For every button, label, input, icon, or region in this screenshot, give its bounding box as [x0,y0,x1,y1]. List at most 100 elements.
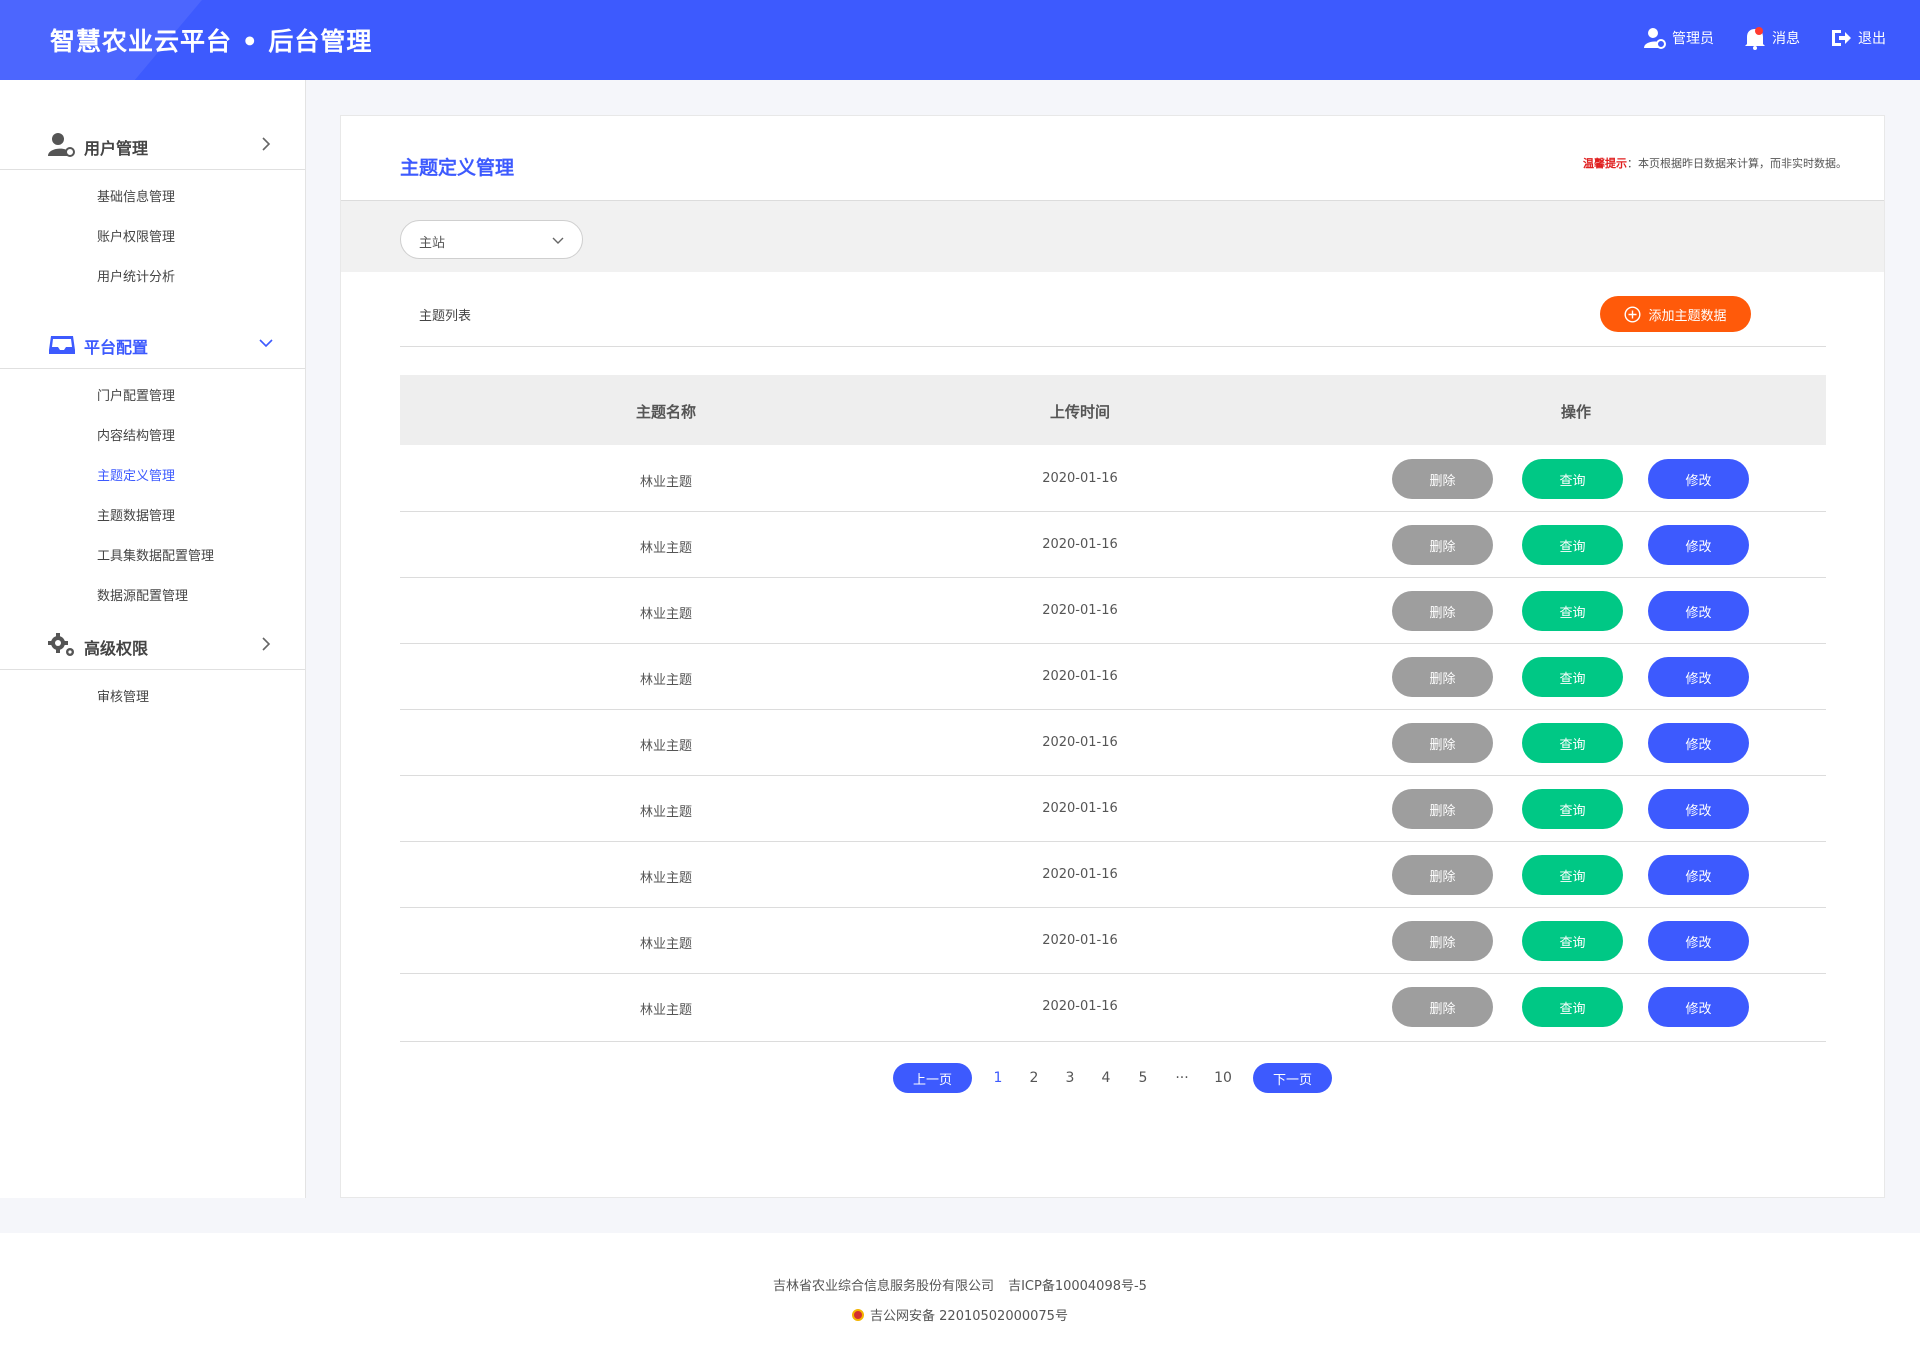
cell-upload-time: 2020-01-16 [1042,867,1118,882]
column-header-name: 主题名称 [635,403,697,421]
table-row: 林业主题 2020-01-16 删除 查询 修改 [400,446,1826,512]
cell-upload-time: 2020-01-16 [1042,603,1118,618]
delete-button[interactable]: 删除 [1392,855,1493,895]
next-page-button[interactable]: 下一页 [1253,1063,1332,1093]
edit-button[interactable]: 修改 [1648,723,1749,763]
chevron-down-icon [259,339,273,348]
cell-upload-time: 2020-01-16 [1042,735,1118,750]
site-select[interactable]: 主站 [400,220,583,259]
page-number-10[interactable]: 10 [1214,1070,1232,1086]
sidebar-group-label: 高级权限 [84,639,149,658]
query-button[interactable]: 查询 [1522,525,1623,565]
delete-button[interactable]: 删除 [1392,789,1493,829]
page-number-1[interactable]: 1 [994,1070,1003,1086]
top-header: 智慧农业云平台 • 后台管理 管理员 消息 退出 [0,0,1920,80]
logout-icon [1832,30,1851,46]
cell-theme-name: 林业主题 [639,541,693,556]
edit-button[interactable]: 修改 [1648,855,1749,895]
table-header: 主题名称 上传时间 操作 [400,375,1826,445]
query-button[interactable]: 查询 [1522,459,1623,499]
delete-button[interactable]: 删除 [1392,591,1493,631]
tip-text: ：本页根据昨日数据来计算，而非实时数据。 [1627,157,1847,170]
edit-button[interactable]: 修改 [1648,921,1749,961]
query-button[interactable]: 查询 [1522,591,1623,631]
query-button[interactable]: 查询 [1522,723,1623,763]
page-number-5[interactable]: 5 [1139,1070,1148,1086]
sidebar-item-portal-config[interactable]: 门户配置管理 [97,385,175,404]
sidebar-group-label: 用户管理 [84,139,149,158]
app-title: 智慧农业云平台 • 后台管理 [50,27,373,56]
page-number-4[interactable]: 4 [1102,1070,1111,1086]
cell-theme-name: 林业主题 [639,673,693,688]
edit-button[interactable]: 修改 [1648,525,1749,565]
delete-button[interactable]: 删除 [1392,723,1493,763]
sidebar-item-theme-data[interactable]: 主题数据管理 [97,505,175,524]
sidebar-item-audit[interactable]: 审核管理 [97,686,149,705]
column-header-actions: 操作 [1560,403,1592,421]
message-label: 消息 [1772,31,1800,47]
page-number-2[interactable]: 2 [1030,1070,1039,1086]
cell-upload-time: 2020-01-16 [1042,999,1118,1014]
cell-upload-time: 2020-01-16 [1042,801,1118,816]
table-row: 林业主题 2020-01-16 删除 查询 修改 [400,842,1826,908]
delete-button[interactable]: 删除 [1392,525,1493,565]
query-button[interactable]: 查询 [1522,987,1623,1027]
table-row: 林业主题 2020-01-16 删除 查询 修改 [400,710,1826,776]
delete-button[interactable]: 删除 [1392,987,1493,1027]
query-button[interactable]: 查询 [1522,921,1623,961]
cell-theme-name: 林业主题 [639,805,693,820]
police-badge-icon [852,1309,865,1321]
cell-theme-name: 林业主题 [639,871,693,886]
divider [400,346,1826,347]
sidebar-group-platform-config[interactable]: 平台配置 [0,319,305,369]
footer: 吉林省农业综合信息服务股份有限公司 吉ICP备10004098号-5 吉公网安备 … [0,1233,1920,1363]
edit-button[interactable]: 修改 [1648,657,1749,697]
user-gear-icon [48,133,75,157]
chevron-down-icon [552,237,564,244]
sidebar-item-user-stats[interactable]: 用户统计分析 [97,266,175,285]
query-button[interactable]: 查询 [1522,657,1623,697]
cell-theme-name: 林业主题 [639,937,693,952]
sidebar-group-advanced-permission[interactable]: 高级权限 [0,620,305,670]
footer-icp: 吉ICP备10004098号-5 [1008,1279,1147,1294]
footer-company: 吉林省农业综合信息服务股份有限公司 [773,1279,995,1294]
query-button[interactable]: 查询 [1522,789,1623,829]
cell-theme-name: 林业主题 [639,739,693,754]
message-button[interactable]: 消息 [1744,26,1800,50]
admin-button[interactable]: 管理员 [1644,27,1714,49]
admin-user-icon [1644,28,1666,49]
query-button[interactable]: 查询 [1522,855,1623,895]
sidebar-item-datasource-config[interactable]: 数据源配置管理 [97,585,188,604]
list-label: 主题列表 [419,309,472,324]
add-theme-data-label: 添加主题数据 [1648,308,1727,324]
cell-theme-name: 林业主题 [639,1003,693,1018]
sidebar-item-toolset-data-config[interactable]: 工具集数据配置管理 [97,545,214,564]
logout-button[interactable]: 退出 [1830,28,1886,48]
delete-button[interactable]: 删除 [1392,921,1493,961]
prev-page-button[interactable]: 上一页 [893,1063,972,1093]
add-theme-data-button[interactable]: 添加主题数据 [1600,296,1751,332]
edit-button[interactable]: 修改 [1648,591,1749,631]
edit-button[interactable]: 修改 [1648,459,1749,499]
sidebar: 用户管理 基础信息管理 账户权限管理 用户统计分析 平台配置 门户配置管理 内容… [0,80,306,1198]
delete-button[interactable]: 删除 [1392,459,1493,499]
cell-theme-name: 林业主题 [639,475,693,490]
page-ellipsis: ··· [1175,1070,1189,1086]
edit-button[interactable]: 修改 [1648,789,1749,829]
tip-notice: 温馨提示：本页根据昨日数据来计算，而非实时数据。 [1583,155,1847,171]
bell-icon [1745,27,1765,50]
cell-upload-time: 2020-01-16 [1042,471,1118,486]
table-row: 林业主题 2020-01-16 删除 查询 修改 [400,974,1826,1042]
sidebar-item-account-permission[interactable]: 账户权限管理 [97,226,175,245]
logout-label: 退出 [1858,31,1886,47]
sidebar-item-content-structure[interactable]: 内容结构管理 [97,425,175,444]
table-row: 林业主题 2020-01-16 删除 查询 修改 [400,512,1826,578]
sidebar-item-theme-definition[interactable]: 主题定义管理 [97,465,175,484]
site-select-value: 主站 [419,236,446,251]
admin-label: 管理员 [1672,31,1714,47]
delete-button[interactable]: 删除 [1392,657,1493,697]
page-number-3[interactable]: 3 [1066,1070,1075,1086]
sidebar-item-basic-info[interactable]: 基础信息管理 [97,186,175,205]
sidebar-group-user-management[interactable]: 用户管理 [0,120,305,170]
edit-button[interactable]: 修改 [1648,987,1749,1027]
